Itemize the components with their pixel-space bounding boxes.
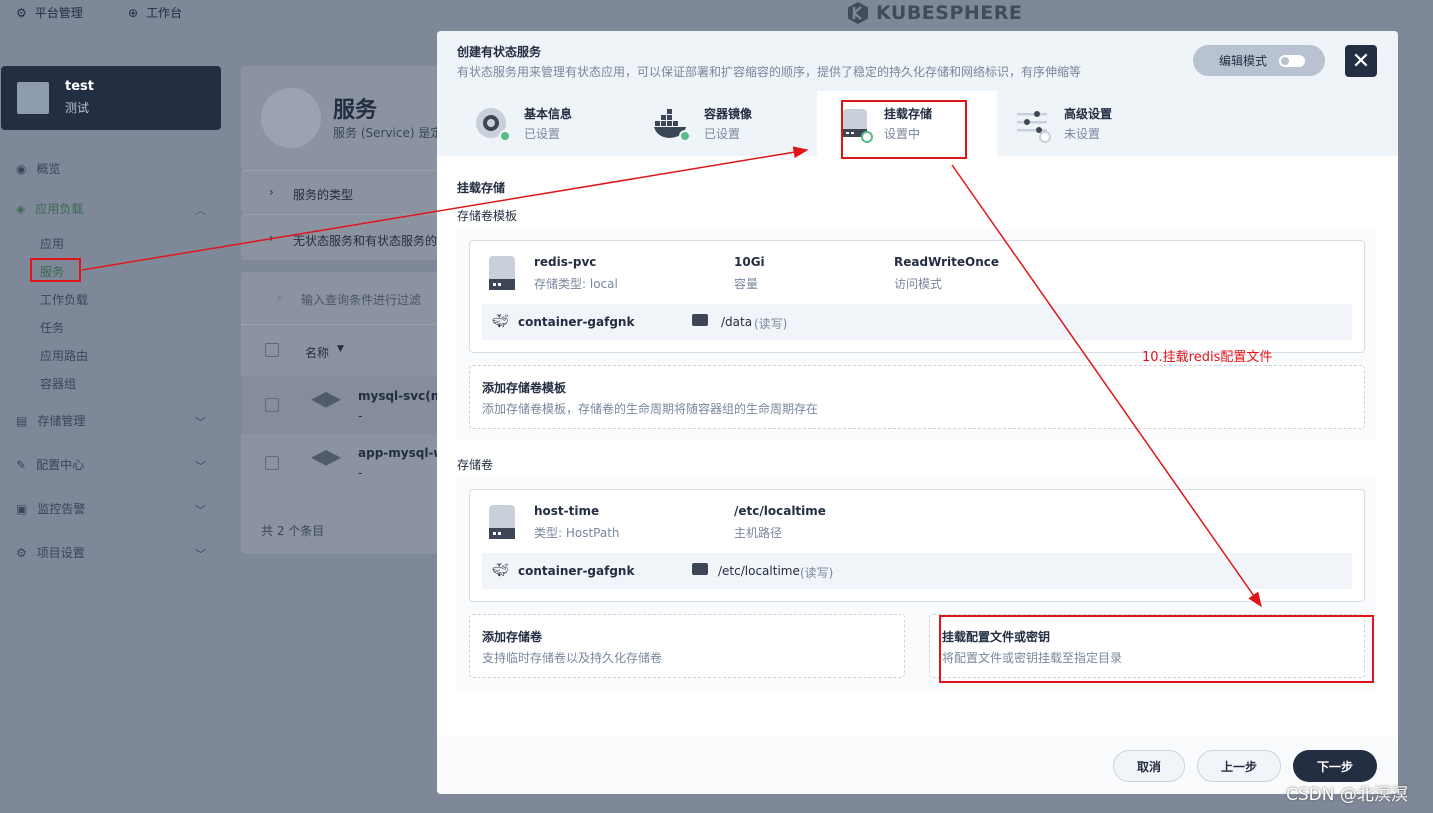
annotation-arrows — [81, 146, 1262, 608]
watermark: CSDN @北溟溟 — [1286, 785, 1408, 805]
arrow-to-mount-config — [951, 164, 1262, 608]
annotation-text: 10.挂载redis配置文件 — [1142, 350, 1273, 365]
arrow-to-mount-tab — [81, 146, 809, 271]
